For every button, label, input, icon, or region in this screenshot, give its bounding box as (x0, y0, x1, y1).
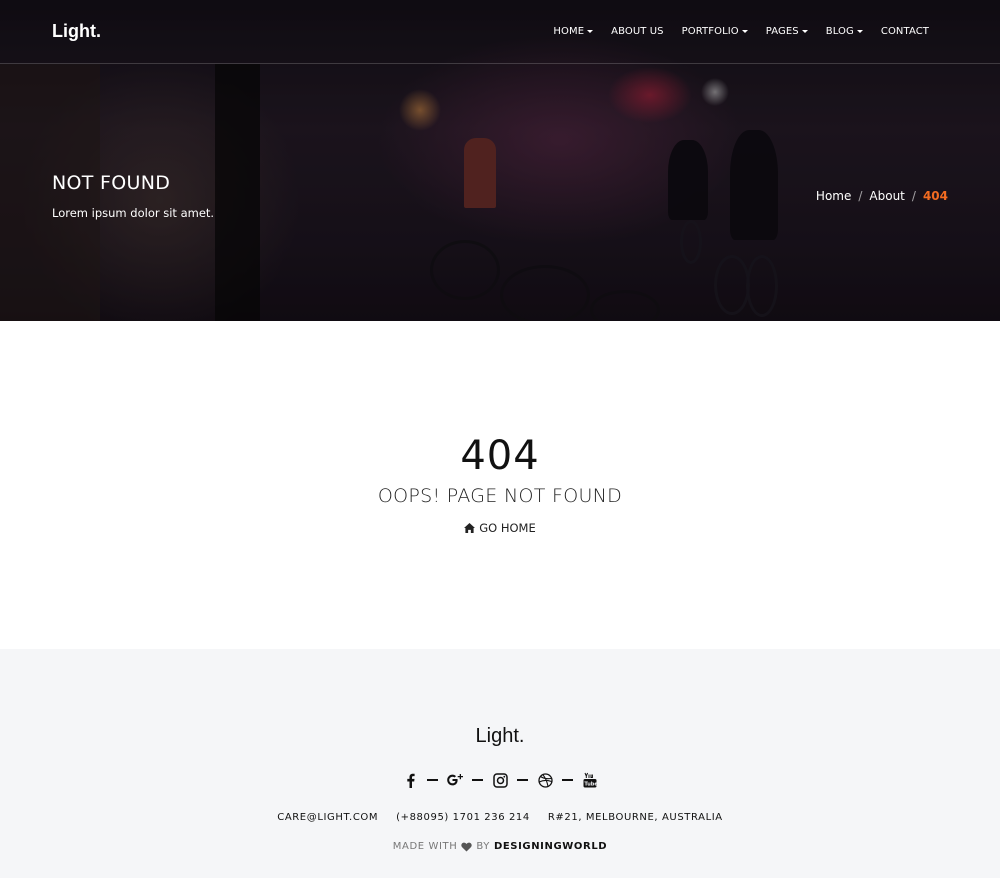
dribbble-icon[interactable] (535, 770, 555, 790)
brand-logo[interactable]: Light. (52, 21, 101, 42)
breadcrumb-home[interactable]: Home (816, 189, 851, 203)
nav-item-label: PORTFOLIO (681, 26, 739, 37)
credits-made-with: MADE WITH (392, 841, 458, 852)
nav-item-portfolio[interactable]: PORTFOLIO (673, 26, 757, 37)
nav-item-blog[interactable]: BLOG (817, 26, 872, 37)
footer-brand[interactable]: Light. (0, 725, 1000, 748)
footer: Light. Tube CARE@LIGHT.COM (+88095) 1701… (0, 649, 1000, 878)
contact-phone[interactable]: (+88095) 1701 236 214 (396, 812, 530, 823)
caret-down-icon (587, 29, 594, 33)
main-nav: HOME ABOUT US PORTFOLIO PAGES BLOG CONTA… (544, 26, 938, 37)
page-title: NOT FOUND (52, 172, 171, 194)
nav-item-contact[interactable]: CONTACT (872, 26, 938, 37)
breadcrumb-separator: / (911, 189, 916, 203)
social-links: Tube (0, 770, 1000, 790)
nav-item-label: CONTACT (880, 26, 929, 37)
error-message: OOPS! PAGE NOT FOUND (377, 485, 623, 507)
contact-email[interactable]: CARE@LIGHT.COM (277, 812, 378, 823)
error-section: 404 OOPS! PAGE NOT FOUND GO HOME (0, 321, 1000, 649)
instagram-icon[interactable] (490, 770, 510, 790)
nav-item-label: BLOG (825, 26, 854, 37)
nav-item-pages[interactable]: PAGES (757, 26, 817, 37)
heart-icon (461, 842, 472, 852)
caret-down-icon (801, 29, 808, 33)
breadcrumb-separator: / (858, 189, 863, 203)
social-divider (562, 779, 573, 781)
caret-down-icon (741, 29, 748, 33)
svg-text:Tube: Tube (584, 782, 597, 788)
nav-item-label: ABOUT US (611, 26, 664, 37)
breadcrumb-about[interactable]: About (869, 189, 904, 203)
breadcrumb: Home / About / 404 (816, 189, 948, 203)
go-home-link[interactable]: GO HOME (0, 521, 1000, 535)
error-code: 404 (460, 433, 540, 479)
go-home-label: GO HOME (479, 521, 536, 535)
google-plus-icon[interactable] (445, 770, 465, 790)
contact-address: R#21, MELBOURNE, AUSTRALIA (547, 812, 723, 823)
social-divider (427, 779, 438, 781)
caret-down-icon (856, 29, 863, 33)
navbar: Light. HOME ABOUT US PORTFOLIO PAGES BLO… (0, 0, 1000, 64)
youtube-icon[interactable]: Tube (580, 770, 600, 790)
breadcrumb-current: 404 (922, 189, 948, 203)
social-divider (517, 779, 528, 781)
nav-item-label: HOME (553, 26, 585, 37)
footer-credits: MADE WITH BY DESIGNINGWORLD (0, 841, 1000, 852)
nav-item-home[interactable]: HOME (544, 26, 602, 37)
page-hero: Light. HOME ABOUT US PORTFOLIO PAGES BLO… (0, 0, 1000, 321)
credits-author-link[interactable]: DESIGNINGWORLD (494, 841, 607, 852)
nav-item-about-us[interactable]: ABOUT US (602, 26, 672, 37)
nav-item-label: PAGES (765, 26, 799, 37)
credits-by: BY (476, 841, 490, 852)
home-icon (464, 523, 476, 533)
page-subtitle: Lorem ipsum dolor sit amet. (52, 206, 215, 220)
contact-info: CARE@LIGHT.COM (+88095) 1701 236 214 R#2… (0, 812, 1000, 823)
social-divider (472, 779, 483, 781)
facebook-icon[interactable] (400, 770, 420, 790)
